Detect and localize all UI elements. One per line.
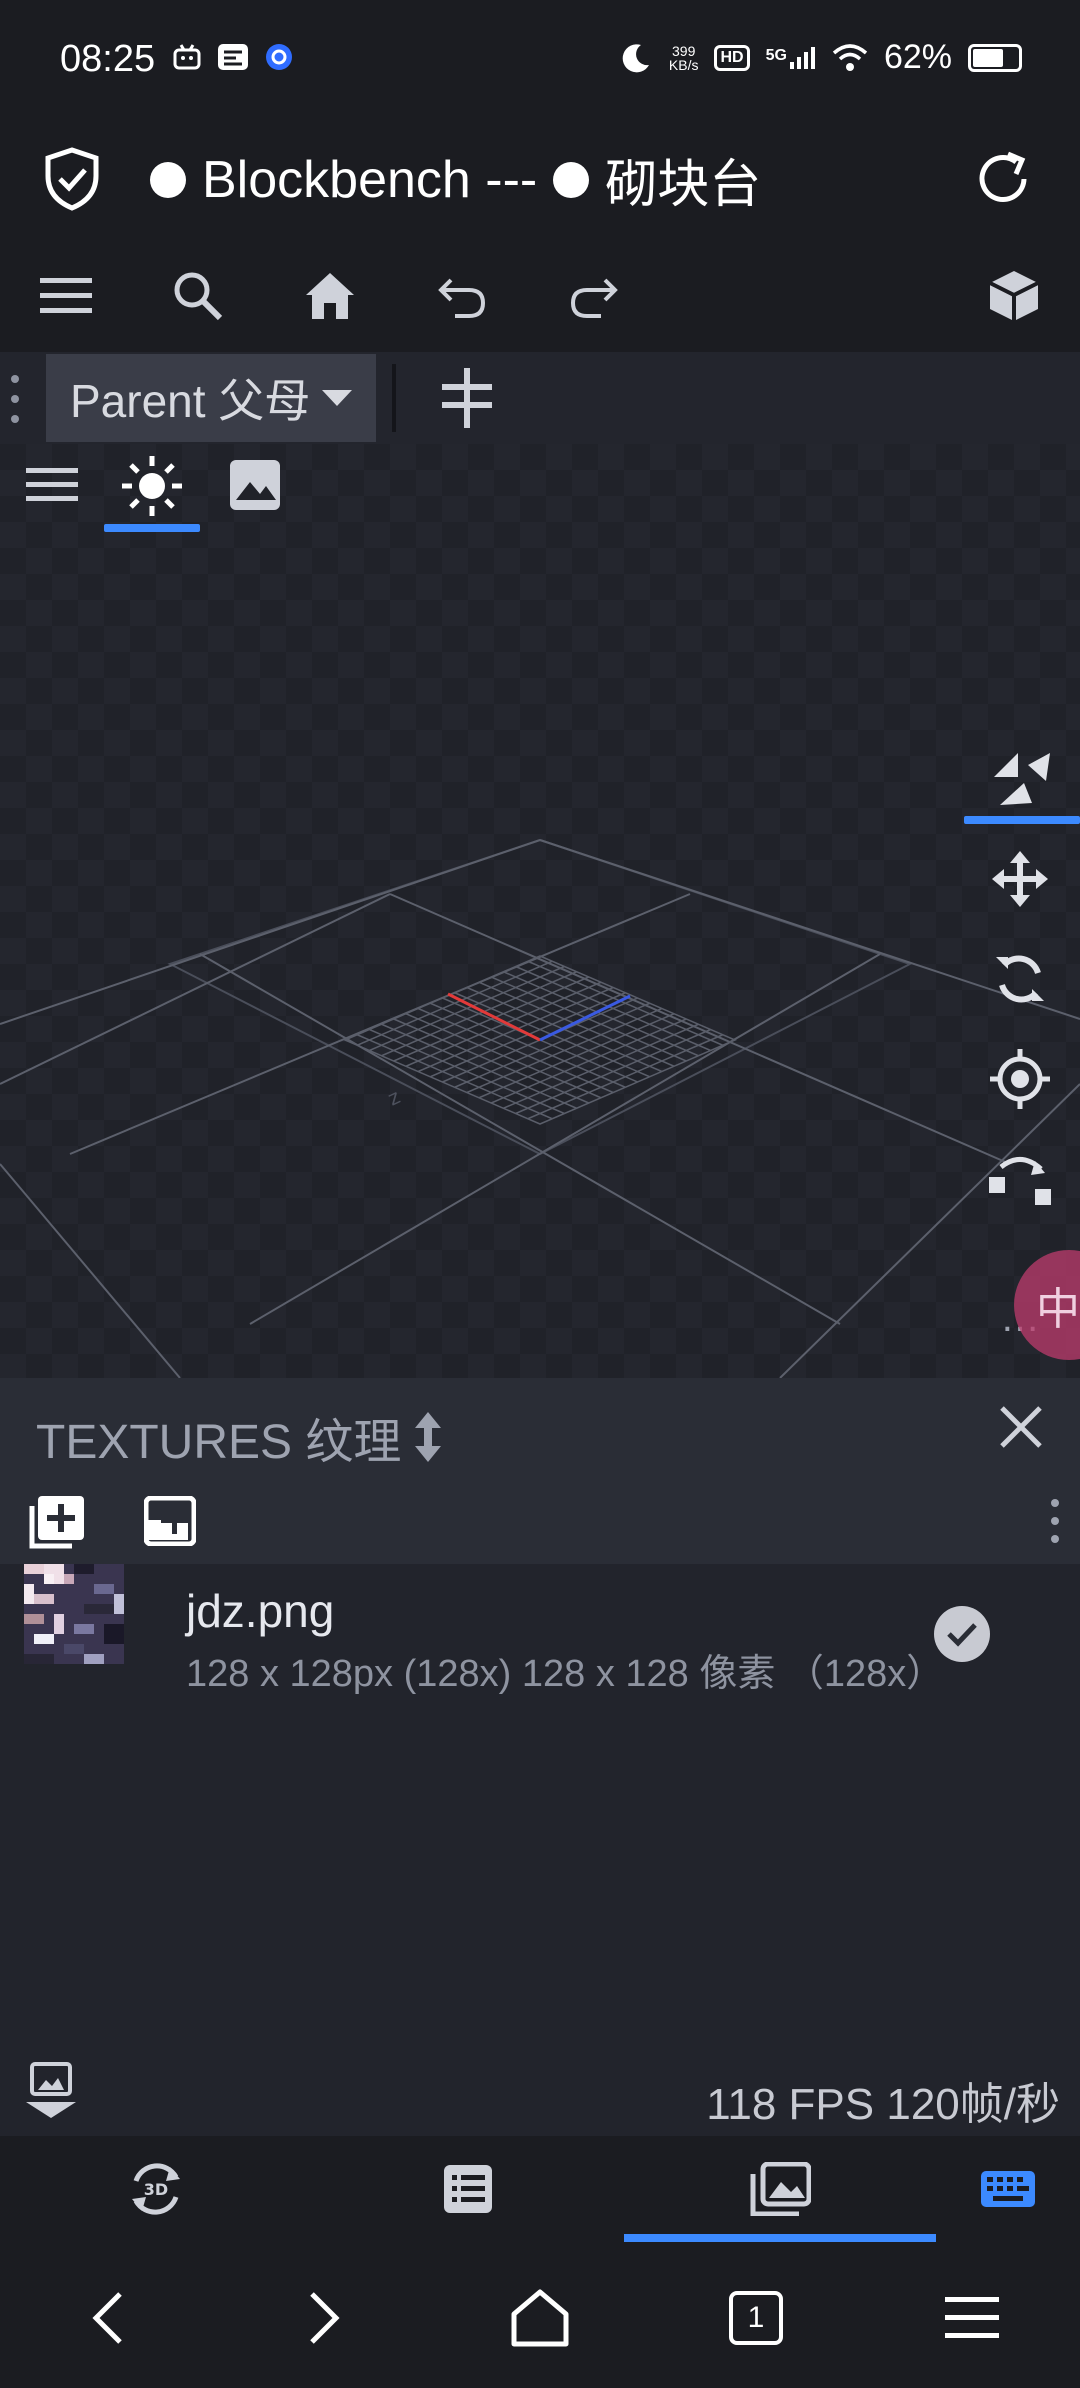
tab-textures[interactable]: [624, 2136, 936, 2242]
forward-icon[interactable]: [288, 2282, 360, 2354]
parent-label: Parent 父母: [70, 375, 311, 427]
resize-tool-icon[interactable]: [960, 1134, 1080, 1224]
hd-badge: HD: [714, 44, 750, 71]
battery-icon: [968, 43, 1022, 72]
move-tool-icon[interactable]: [960, 834, 1080, 924]
menu-icon[interactable]: [34, 264, 98, 328]
browser-title-bar: Blockbench --- 砌块台: [0, 120, 1080, 240]
refresh-icon[interactable]: [972, 148, 1034, 215]
panel-title-text: TEXTURES 纹理: [36, 1416, 402, 1469]
rotate-3d-icon: 3D: [132, 2163, 180, 2215]
texture-meta: 128 x 128px (128x) 128 x 128 像素 （128x）: [186, 1653, 945, 1695]
search-icon[interactable]: [166, 264, 230, 328]
close-panel-icon[interactable]: [998, 1404, 1044, 1455]
net-speed: 399 KB/s: [669, 44, 699, 72]
3d-viewport[interactable]: z … 中: [0, 444, 1080, 1378]
viewport-menu-icon[interactable]: [26, 466, 78, 507]
active-mode-indicator: [624, 2234, 936, 2242]
texture-item[interactable]: jdz.png 128 x 128px (128x) 128 x 128 像素 …: [0, 1564, 1080, 1695]
tab-3d-view[interactable]: 3D: [0, 2136, 312, 2242]
battery-percent: 62%: [883, 38, 952, 76]
texture-thumbnail: [24, 1564, 124, 1664]
moon-icon: [622, 43, 649, 72]
ime-bubble-label: 中: [1036, 1285, 1080, 1334]
texture-selected-check-icon[interactable]: [934, 1606, 990, 1662]
tab-keyboard[interactable]: [936, 2136, 1080, 2242]
tab-outliner[interactable]: [312, 2136, 624, 2242]
list-icon: [444, 2165, 492, 2213]
home-icon[interactable]: [298, 264, 362, 328]
rotate-tool-icon[interactable]: [960, 934, 1080, 1024]
svg-text:3D: 3D: [144, 2180, 168, 2199]
redo-icon[interactable]: [562, 264, 626, 328]
drag-handle-icon[interactable]: [10, 374, 20, 424]
lighting-icon[interactable]: [120, 454, 184, 523]
pivot-tool-icon[interactable]: [440, 368, 494, 433]
notification-icons: [172, 42, 294, 72]
browser-menu-icon[interactable]: [936, 2282, 1008, 2354]
tab-count: 1: [729, 2291, 783, 2345]
title-zh: 砌块台: [605, 156, 762, 214]
texture-name: jdz.png: [186, 1585, 335, 1637]
active-tab-indicator: [104, 524, 200, 532]
system-status-bar: 08:25 399 KB/s HD 5G 62%: [0, 0, 1080, 120]
transform-subbar: Parent 父母: [0, 352, 1080, 444]
status-footer: 118 FPS 120帧/秒: [0, 2042, 1080, 2136]
parent-dropdown[interactable]: Parent 父母: [46, 354, 376, 442]
browser-nav-bar: 1: [0, 2242, 1080, 2388]
mode-tabs: 3D: [0, 2136, 1080, 2242]
vertex-snap-icon[interactable]: [960, 734, 1080, 824]
bilibili-icon: [173, 44, 201, 70]
title-dot: [150, 161, 186, 198]
title-dot: [553, 161, 590, 198]
undo-icon[interactable]: [430, 264, 494, 328]
import-texture-icon[interactable]: [28, 1494, 86, 1555]
wifi-icon: [832, 43, 868, 71]
more-options-icon[interactable]: [1050, 1498, 1060, 1544]
textures-panel-title: TEXTURES 纹理: [36, 1402, 443, 1472]
cube-icon[interactable]: [982, 264, 1046, 328]
resize-vertical-icon[interactable]: [413, 1410, 443, 1464]
title-en: Blockbench ---: [202, 150, 538, 209]
home-nav-icon[interactable]: [504, 2282, 576, 2354]
page-title: Blockbench --- 砌块台: [150, 142, 761, 217]
caret-down-icon: [322, 390, 353, 406]
scene-grid: z: [0, 838, 1080, 1378]
keyboard-icon: [981, 2171, 1035, 2207]
axis-gizmo-label: z: [384, 1084, 404, 1110]
signal-bars-icon: [789, 46, 815, 69]
collapse-panel-icon[interactable]: [22, 2062, 80, 2125]
browser-notify-icon: [266, 44, 292, 70]
cell-signal: 5G: [765, 46, 816, 69]
system-indicators: 399 KB/s HD 5G 62%: [619, 38, 1022, 77]
toolbar-separator: [392, 364, 396, 432]
pivot-point-icon[interactable]: [960, 1034, 1080, 1124]
active-tool-indicator: [964, 816, 1080, 824]
net-speed-value: 399: [672, 42, 696, 59]
back-icon[interactable]: [72, 2282, 144, 2354]
net-speed-unit: KB/s: [668, 56, 699, 73]
network-type: 5G: [765, 46, 787, 64]
shield-check-icon[interactable]: [40, 146, 104, 217]
fps-counter: 118 FPS 120帧/秒: [706, 2080, 1060, 2129]
gallery-icon: [750, 2162, 811, 2216]
app-notify-icon: [218, 44, 248, 70]
main-toolbar: [0, 240, 1080, 352]
textures-panel-header: TEXTURES 纹理: [0, 1378, 1080, 1478]
image-view-icon[interactable]: [228, 458, 282, 517]
tabs-icon[interactable]: 1: [720, 2282, 792, 2354]
create-texture-icon[interactable]: [143, 1495, 197, 1551]
clock: 08:25: [60, 38, 156, 80]
textures-panel-toolbar: [0, 1478, 1080, 1564]
